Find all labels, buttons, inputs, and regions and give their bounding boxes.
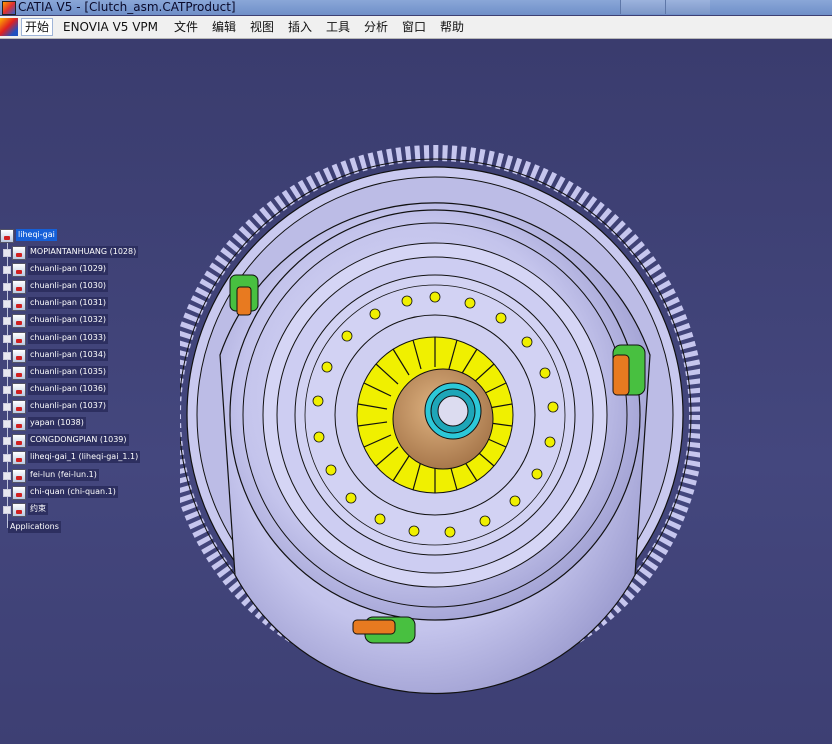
expand-icon[interactable] xyxy=(3,266,11,274)
menu-insert[interactable]: 插入 xyxy=(288,19,312,35)
tree-node-label: fei-lun (fei-lun.1) xyxy=(28,469,99,481)
product-icon xyxy=(0,229,14,243)
bracket-left[interactable] xyxy=(229,274,259,316)
menu-edit[interactable]: 编辑 xyxy=(212,19,236,35)
menu-analysis[interactable]: 分析 xyxy=(364,19,388,35)
expand-icon[interactable] xyxy=(3,437,11,445)
expand-icon[interactable] xyxy=(3,454,11,462)
tree-node-label: chuanli-pan (1036) xyxy=(28,383,109,395)
expand-icon[interactable] xyxy=(3,300,11,308)
menu-tools[interactable]: 工具 xyxy=(326,19,350,35)
expand-icon[interactable] xyxy=(3,403,11,411)
menu-view[interactable]: 视图 xyxy=(250,19,274,35)
tree-node-label: chuanli-pan (1034) xyxy=(28,349,109,361)
tree-node-label: CONGDONGPIAN (1039) xyxy=(28,434,129,446)
expand-icon[interactable] xyxy=(3,283,11,291)
part-icon xyxy=(12,451,26,465)
tree-node-label: chi-quan (chi-quan.1) xyxy=(28,486,118,498)
tree-node-label: chuanli-pan (1033) xyxy=(28,332,109,344)
tree-node-label: chuanli-pan (1035) xyxy=(28,366,109,378)
part-icon xyxy=(12,366,26,380)
part-icon xyxy=(12,280,26,294)
part-icon xyxy=(12,314,26,328)
tree-node-label: 约束 xyxy=(28,503,48,515)
expand-icon[interactable] xyxy=(3,386,11,394)
tree-node-label: chuanli-pan (1031) xyxy=(28,297,109,309)
expand-icon[interactable] xyxy=(3,352,11,360)
expand-icon[interactable] xyxy=(3,506,11,514)
constraints-icon xyxy=(12,503,26,517)
expand-icon[interactable] xyxy=(3,335,11,343)
part-icon xyxy=(12,246,26,260)
expand-icon[interactable] xyxy=(3,317,11,325)
menu-help[interactable]: 帮助 xyxy=(440,19,464,35)
part-icon xyxy=(12,400,26,414)
tree-node-label: chuanli-pan (1032) xyxy=(28,314,109,326)
tree-node-label: liheqi-gai_1 (liheqi-gai_1.1) xyxy=(28,451,141,463)
clutch-assembly-model[interactable] xyxy=(180,140,700,700)
tree-node-label: Applications xyxy=(8,521,61,533)
tree-node-label: yapan (1038) xyxy=(28,417,86,429)
menu-window[interactable]: 窗口 xyxy=(402,19,426,35)
tree-node-label: chuanli-pan (1030) xyxy=(28,280,109,292)
minimize-button[interactable] xyxy=(620,0,665,14)
tree-connector-line xyxy=(7,238,8,528)
part-icon xyxy=(12,486,26,500)
part-icon xyxy=(12,383,26,397)
bracket-right[interactable] xyxy=(612,344,646,396)
expand-icon[interactable] xyxy=(3,249,11,257)
expand-icon[interactable] xyxy=(3,420,11,428)
expand-icon[interactable] xyxy=(3,489,11,497)
part-icon xyxy=(12,332,26,346)
expand-icon[interactable] xyxy=(3,472,11,480)
part-icon xyxy=(12,469,26,483)
part-icon xyxy=(12,263,26,277)
tree-root-label: liheqi-gai xyxy=(16,229,57,241)
tree-node-label: chuanli-pan (1029) xyxy=(28,263,109,275)
tree-node-label: MOPIANTANHUANG (1028) xyxy=(28,246,139,258)
maximize-button[interactable] xyxy=(665,0,710,14)
tree-node-label: chuanli-pan (1037) xyxy=(28,400,109,412)
part-icon xyxy=(12,434,26,448)
part-icon xyxy=(12,349,26,363)
part-icon xyxy=(12,297,26,311)
specification-tree: liheqi-gai MOPIANTANHUANG (1028) chuanli… xyxy=(0,0,200,744)
part-icon xyxy=(12,417,26,431)
expand-icon[interactable] xyxy=(3,369,11,377)
